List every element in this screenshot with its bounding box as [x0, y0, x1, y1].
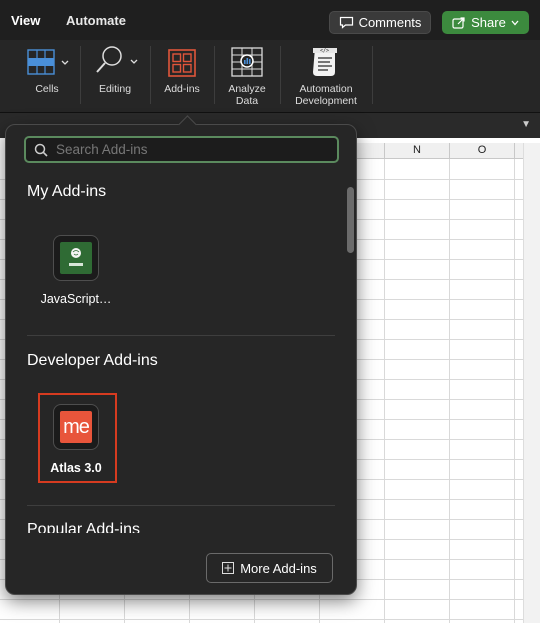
addins-popover: My Add-ins JavaScript… Developer Add-ins…	[5, 115, 357, 595]
tab-bar: View Automate Comments Share	[0, 0, 540, 40]
javascript-addin-icon	[53, 235, 99, 281]
search-addins-field[interactable]	[24, 136, 339, 163]
addins-group[interactable]: Add-ins	[158, 40, 206, 108]
share-icon	[452, 17, 465, 29]
atlas-addin-label: Atlas 3.0	[50, 461, 102, 475]
plus-box-icon	[222, 562, 235, 574]
ribbon: Cells Editing Add-ins Analyze Data </> A…	[0, 40, 540, 112]
popover-scrollbar-thumb[interactable]	[347, 187, 354, 253]
search-magnifier-icon	[96, 46, 138, 73]
comments-button[interactable]: Comments	[329, 11, 431, 34]
comments-label: Comments	[358, 15, 422, 30]
more-addins-label: More Add-ins	[240, 560, 317, 576]
tab-automate[interactable]: Automate	[66, 13, 126, 28]
editing-group[interactable]: Editing	[90, 40, 140, 108]
addins-label: Add-ins	[164, 83, 200, 95]
cells-label: Cells	[35, 83, 59, 95]
script-document-icon: </>	[313, 48, 337, 76]
javascript-addin-label: JavaScript…	[40, 292, 112, 306]
search-icon	[34, 143, 48, 157]
popular-section-clip: Popular Add-ins	[6, 515, 356, 533]
automation-development-label: Automation Development	[295, 83, 357, 107]
ribbon-divider	[80, 46, 81, 104]
addin-javascript[interactable]: JavaScript…	[41, 235, 111, 306]
analyze-data-group[interactable]: Analyze Data	[222, 40, 272, 108]
addin-atlas[interactable]: me Atlas 3.0	[46, 404, 106, 475]
svg-text:</>: </>	[320, 48, 329, 54]
column-header-m[interactable]	[354, 143, 385, 159]
section-divider	[27, 335, 335, 336]
ribbon-divider	[372, 46, 373, 104]
ribbon-divider	[280, 46, 281, 104]
my-addins-title: My Add-ins	[27, 183, 107, 200]
editing-label: Editing	[98, 83, 132, 95]
atlas-icon-text: me	[63, 415, 90, 438]
analyze-data-line1: Analyze	[228, 83, 266, 95]
column-header-o[interactable]: O	[450, 143, 515, 159]
comment-icon	[339, 16, 353, 29]
share-label: Share	[471, 15, 506, 30]
section-divider	[27, 505, 335, 506]
analyze-data-icon	[231, 47, 263, 77]
ribbon-divider	[214, 46, 215, 104]
tab-view[interactable]: View	[11, 13, 40, 28]
chevron-down-icon	[511, 20, 519, 25]
developer-addins-title: Developer Add-ins	[27, 352, 158, 369]
automation-line2: Development	[295, 95, 357, 107]
atlas-me-icon: me	[53, 404, 99, 450]
analyze-data-label: Analyze Data	[228, 83, 265, 107]
popular-addins-title: Popular Add-ins	[27, 521, 140, 533]
column-header-n[interactable]: N	[385, 143, 450, 159]
sheet-vertical-scrollbar[interactable]	[523, 143, 540, 623]
addins-grid-icon	[168, 49, 196, 77]
cells-group[interactable]: Cells	[22, 40, 72, 108]
analyze-data-line2: Data	[235, 95, 259, 107]
share-button[interactable]: Share	[442, 11, 529, 34]
ribbon-divider	[150, 46, 151, 104]
more-addins-button[interactable]: More Add-ins	[206, 553, 333, 583]
expand-arrow-icon[interactable]: ▼	[521, 119, 531, 130]
cells-icon	[27, 49, 69, 75]
search-addins-input[interactable]	[54, 141, 328, 158]
automation-development-group[interactable]: </> Automation Development	[288, 40, 364, 108]
automation-line1: Automation	[299, 83, 353, 95]
